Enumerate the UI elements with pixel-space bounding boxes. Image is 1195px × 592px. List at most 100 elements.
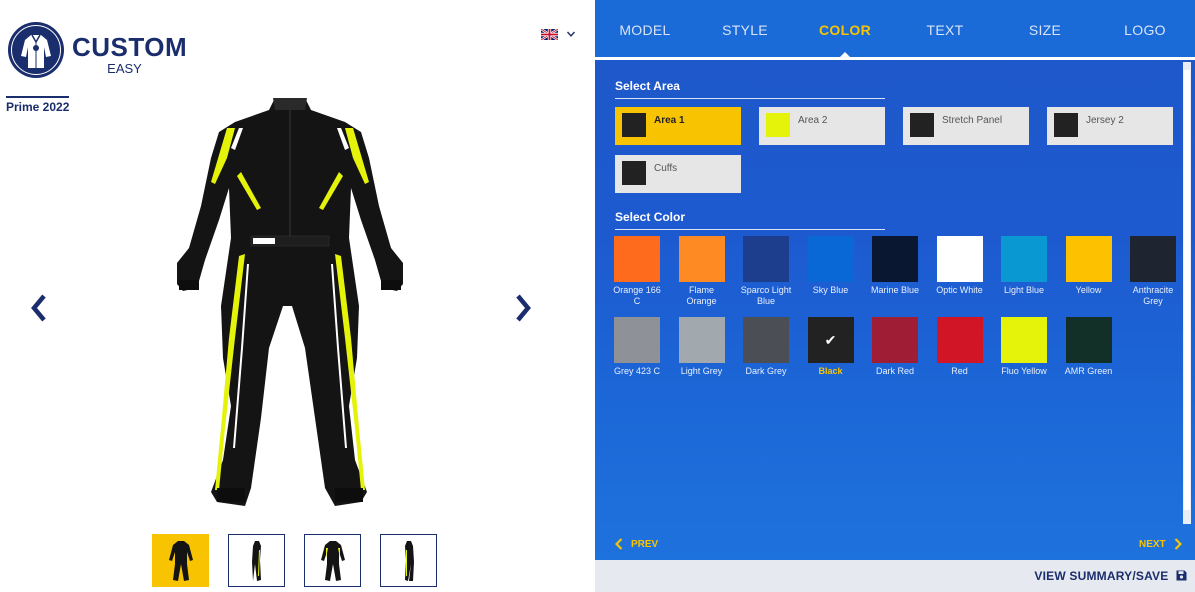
prev-button[interactable]: PREV [615, 538, 658, 550]
prev-label: PREV [631, 538, 659, 550]
model-name: Prime 2022 [6, 96, 70, 114]
color-swatch-box: ✔ [807, 317, 854, 363]
thumbnail-right[interactable] [380, 534, 437, 587]
suit-side-thumb-icon [251, 540, 261, 581]
tab-color[interactable]: COLOR [795, 0, 895, 60]
color-swatch-box [1130, 236, 1176, 282]
chevron-right-icon [1174, 538, 1182, 550]
config-panel: MODEL STYLE COLOR TEXT SIZE LOGO Select … [595, 0, 1195, 592]
color-swatch-box [807, 236, 854, 282]
color-swatch[interactable]: AMR Green [1061, 317, 1117, 377]
language-selector[interactable] [541, 26, 581, 42]
select-area-title: Select Area [615, 79, 885, 99]
color-swatch[interactable]: Anthracite Grey [1125, 236, 1181, 307]
color-swatch-box [678, 236, 725, 282]
color-name: Flame Orange [686, 285, 717, 306]
tab-text[interactable]: TEXT [895, 0, 995, 57]
color-name: Dark Grey [745, 366, 787, 376]
footer-bar: VIEW SUMMARY/SAVE [595, 560, 1195, 592]
logo-text: CUSTOM [72, 32, 188, 62]
color-swatch-box [1001, 317, 1047, 363]
color-name: Anthracite Grey [1132, 285, 1174, 306]
color-name: Orange 166 C [613, 285, 661, 306]
color-swatch[interactable]: Yellow [1061, 236, 1117, 296]
area-label: Stretch Panel [942, 115, 1003, 126]
color-swatch-box [1001, 236, 1047, 282]
tab-model[interactable]: MODEL [595, 0, 695, 57]
checkmark-icon: ✔ [824, 331, 837, 348]
area-label: Jersey 2 [1086, 115, 1124, 126]
color-swatch-box [614, 236, 660, 282]
chevron-down-icon [566, 31, 576, 37]
scrollbar[interactable] [1183, 62, 1191, 524]
color-swatch[interactable]: Fluo Yellow [996, 317, 1052, 377]
color-swatch-box [872, 236, 918, 282]
suit-side-thumb-icon [404, 540, 414, 581]
suit-logo-icon [8, 22, 64, 78]
color-swatch-box [1065, 317, 1112, 363]
color-name: Optic White [936, 285, 983, 295]
area-color-swatch [1054, 113, 1078, 137]
color-swatch-box [743, 317, 789, 363]
previous-view-arrow-icon[interactable] [26, 288, 54, 328]
color-swatch[interactable]: Dark Red [867, 317, 923, 377]
tab-style[interactable]: STYLE [695, 0, 795, 57]
color-swatch-box [1065, 236, 1112, 282]
next-view-arrow-icon[interactable] [508, 288, 536, 328]
tab-bar: MODEL STYLE COLOR TEXT SIZE LOGO [595, 0, 1195, 60]
brand-logo[interactable]: CUSTOM EASY [6, 20, 187, 90]
color-swatch[interactable]: Sky Blue [803, 236, 859, 296]
color-swatch[interactable]: Orange 166 C [609, 236, 665, 307]
color-swatch[interactable]: Light Grey [674, 317, 730, 377]
area-option[interactable]: Jersey 2 [1047, 107, 1173, 145]
save-icon [1176, 570, 1187, 581]
color-name: Sky Blue [812, 285, 849, 295]
color-name: Yellow [1075, 285, 1102, 295]
area-option[interactable]: Area 2 [759, 107, 885, 145]
color-swatch[interactable]: Grey 423 C [609, 317, 665, 377]
view-summary-save-button[interactable]: VIEW SUMMARY/SAVE [1034, 569, 1187, 583]
area-option[interactable]: Area 1 [615, 107, 741, 145]
color-name: Fluo Yellow [1001, 366, 1047, 376]
color-swatch[interactable]: Sparco Light Blue [738, 236, 794, 307]
color-swatch[interactable]: Red [932, 317, 988, 377]
next-label: NEXT [1139, 538, 1166, 550]
suit-front-thumb-icon [168, 540, 193, 581]
color-swatch[interactable]: Marine Blue [867, 236, 923, 296]
color-swatch-box [872, 317, 918, 363]
configurator-root: CUSTOM EASY Prime 2022 MODEL STYLE COLOR… [0, 0, 1195, 592]
scrollbar-thumb[interactable] [1184, 70, 1190, 510]
area-label: Area 2 [798, 115, 828, 126]
chevron-left-icon [615, 538, 623, 550]
area-label: Area 1 [654, 115, 685, 126]
color-swatch-box [936, 317, 983, 363]
color-name: Sparco Light Blue [740, 285, 792, 306]
tab-logo[interactable]: LOGO [1095, 0, 1195, 57]
color-swatch[interactable]: Flame Orange [674, 236, 730, 307]
area-color-swatch [622, 113, 646, 137]
logo-subtext: EASY [107, 61, 142, 76]
color-swatch[interactable]: Optic White [932, 236, 988, 296]
color-swatch[interactable]: Dark Grey [738, 317, 794, 377]
view-summary-label: VIEW SUMMARY/SAVE [1034, 569, 1169, 583]
color-swatch[interactable]: Light Blue [996, 236, 1052, 296]
area-color-swatch [622, 161, 646, 185]
uk-flag-icon [541, 28, 558, 40]
suit-back-thumb-icon [320, 540, 345, 581]
color-name: Marine Blue [870, 285, 920, 295]
color-name: Light Blue [1003, 285, 1045, 295]
thumbnail-front[interactable] [152, 534, 209, 587]
area-color-swatch [910, 113, 934, 137]
thumbnail-left[interactable] [228, 534, 285, 587]
color-name: Dark Red [875, 366, 914, 376]
tab-size[interactable]: SIZE [995, 0, 1095, 57]
color-name: Light Grey [680, 366, 723, 376]
next-button[interactable]: NEXT [1139, 538, 1182, 550]
thumbnail-back[interactable] [304, 534, 361, 587]
area-option[interactable]: Stretch Panel [903, 107, 1029, 145]
color-swatch[interactable]: ✔ Black [803, 317, 859, 377]
area-option[interactable]: Cuffs [615, 155, 741, 193]
color-swatch-box [743, 236, 789, 282]
view-thumbnails [152, 534, 437, 587]
area-color-swatch [766, 113, 790, 137]
